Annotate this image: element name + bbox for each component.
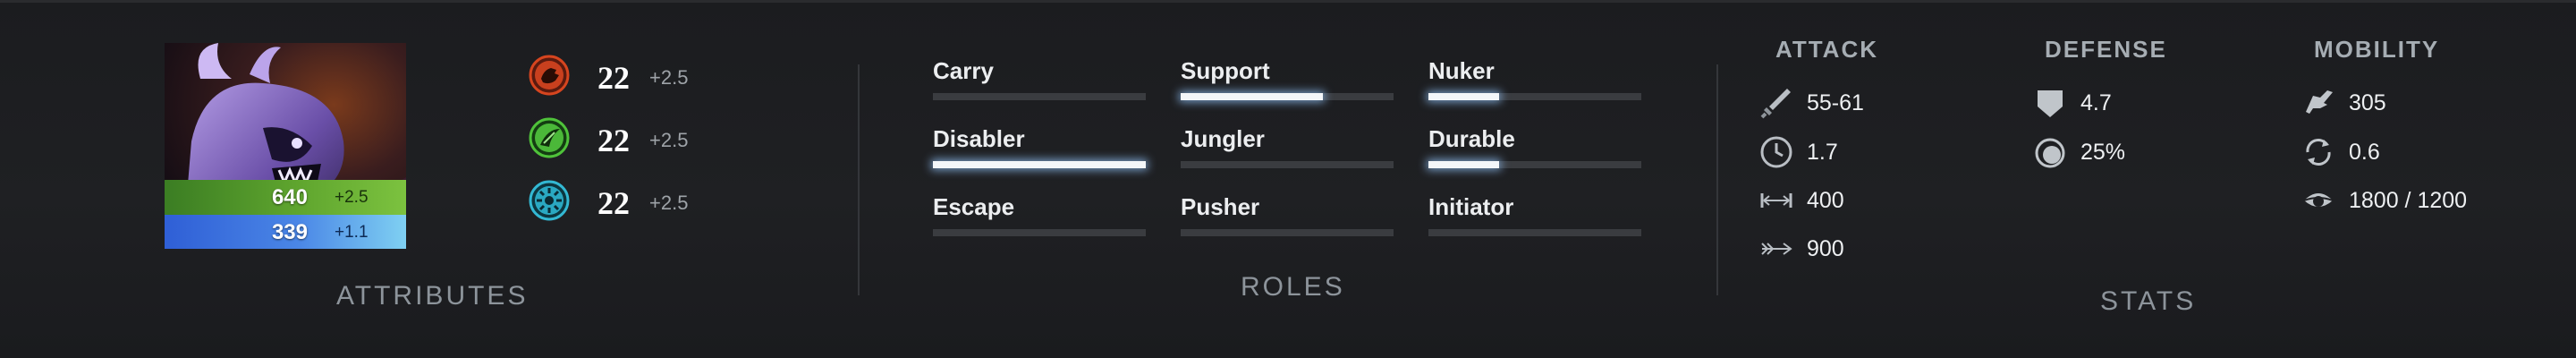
health-value: 640	[271, 185, 308, 209]
intelligence-icon	[529, 180, 570, 221]
vision-value: 1800 / 1200	[2349, 188, 2468, 213]
role-track	[1181, 161, 1394, 168]
attack-time-value: 1.7	[1807, 140, 1838, 165]
attribute-intelligence[interactable]: 22 +2.5	[528, 179, 760, 226]
role-label: Jungler	[1181, 125, 1265, 152]
role-track	[933, 161, 1146, 168]
stats-title: STATS	[2100, 286, 2197, 316]
arrow-icon	[1761, 243, 1792, 255]
magic-resist-value: 25%	[2080, 140, 2126, 165]
role-label: Support	[1181, 57, 1270, 84]
role-carry[interactable]: Carry	[933, 57, 1148, 120]
role-label: Escape	[933, 193, 1015, 220]
role-durable[interactable]: Durable	[1428, 125, 1643, 188]
intelligence-gain: +2.5	[649, 192, 689, 214]
role-label: Nuker	[1428, 57, 1495, 84]
role-disabler[interactable]: Disabler	[933, 125, 1148, 188]
turn-rate-icon	[2306, 139, 2331, 166]
role-pusher[interactable]: Pusher	[1181, 193, 1395, 256]
role-level-fill	[1181, 93, 1324, 100]
stat-projectile-speed[interactable]: 900	[1758, 231, 1991, 267]
role-label: Durable	[1428, 125, 1515, 152]
role-label: Disabler	[933, 125, 1025, 152]
strength-gain: +2.5	[649, 66, 689, 89]
stat-armor[interactable]: 4.7	[2032, 85, 2265, 121]
role-track	[1428, 229, 1641, 236]
stat-vision[interactable]: 1800 / 1200	[2301, 183, 2533, 218]
role-track	[1428, 161, 1641, 168]
mana-value: 339	[271, 220, 308, 244]
mana-bar: 339 +1.1	[165, 215, 406, 249]
role-level-fill	[1428, 161, 1499, 168]
attack-header: ATTACK	[1775, 36, 1879, 63]
stat-attack-time[interactable]: 1.7	[1758, 134, 1991, 170]
agility-gain: +2.5	[649, 129, 689, 151]
defense-header: DEFENSE	[2045, 36, 2167, 63]
role-escape[interactable]: Escape	[933, 193, 1148, 256]
mobility-header: MOBILITY	[2314, 36, 2440, 63]
attribute-strength[interactable]: 22 +2.5	[528, 54, 760, 100]
role-label: Pusher	[1181, 193, 1260, 220]
role-level-fill	[1428, 93, 1499, 100]
role-level-fill	[933, 161, 1146, 168]
magic-resist-icon	[2035, 138, 2065, 168]
roles-title: ROLES	[1241, 272, 1345, 302]
agility-value: 22	[597, 123, 630, 158]
top-border	[0, 0, 2576, 3]
winged-boot-icon	[2306, 90, 2333, 114]
turn-rate-value: 0.6	[2349, 140, 2380, 165]
role-label: Carry	[933, 57, 994, 84]
role-jungler[interactable]: Jungler	[1181, 125, 1395, 188]
role-nuker[interactable]: Nuker	[1428, 57, 1643, 120]
health-bar: 640 +2.5	[165, 180, 406, 215]
stat-magic-resist[interactable]: 25%	[2032, 134, 2265, 170]
strength-icon	[529, 55, 570, 96]
range-icon	[1760, 193, 1792, 208]
clock-icon	[1760, 136, 1792, 168]
mana-regen: +1.1	[335, 223, 369, 242]
role-track	[933, 93, 1146, 100]
sword-icon	[1760, 89, 1791, 119]
health-regen: +2.5	[335, 188, 369, 207]
intelligence-value: 22	[597, 185, 630, 221]
stat-damage[interactable]: 55-61	[1758, 85, 1991, 121]
role-label: Initiator	[1428, 193, 1514, 220]
damage-value: 55-61	[1807, 90, 1864, 115]
role-track	[1181, 93, 1394, 100]
hero-portrait[interactable]: 640 +2.5 339 +1.1	[165, 43, 406, 249]
move-speed-value: 305	[2349, 90, 2386, 115]
attack-range-value: 400	[1807, 188, 1844, 213]
role-support[interactable]: Support	[1181, 57, 1395, 120]
armor-value: 4.7	[2080, 90, 2112, 115]
role-track	[1181, 229, 1394, 236]
attribute-agility[interactable]: 22 +2.5	[528, 116, 760, 163]
attributes-title: ATTRIBUTES	[336, 281, 529, 311]
stat-attack-range[interactable]: 400	[1758, 183, 1991, 218]
stat-move-speed[interactable]: 305	[2301, 85, 2533, 121]
shield-icon	[2038, 90, 2063, 117]
role-track	[933, 229, 1146, 236]
divider-right	[1716, 64, 1718, 295]
stat-turn-rate[interactable]: 0.6	[2301, 134, 2533, 170]
eye-icon	[2303, 193, 2334, 207]
role-track	[1428, 93, 1641, 100]
projectile-speed-value: 900	[1807, 236, 1844, 261]
role-initiator[interactable]: Initiator	[1428, 193, 1643, 256]
strength-value: 22	[597, 60, 630, 96]
agility-icon	[529, 117, 570, 158]
divider-left	[858, 64, 860, 295]
